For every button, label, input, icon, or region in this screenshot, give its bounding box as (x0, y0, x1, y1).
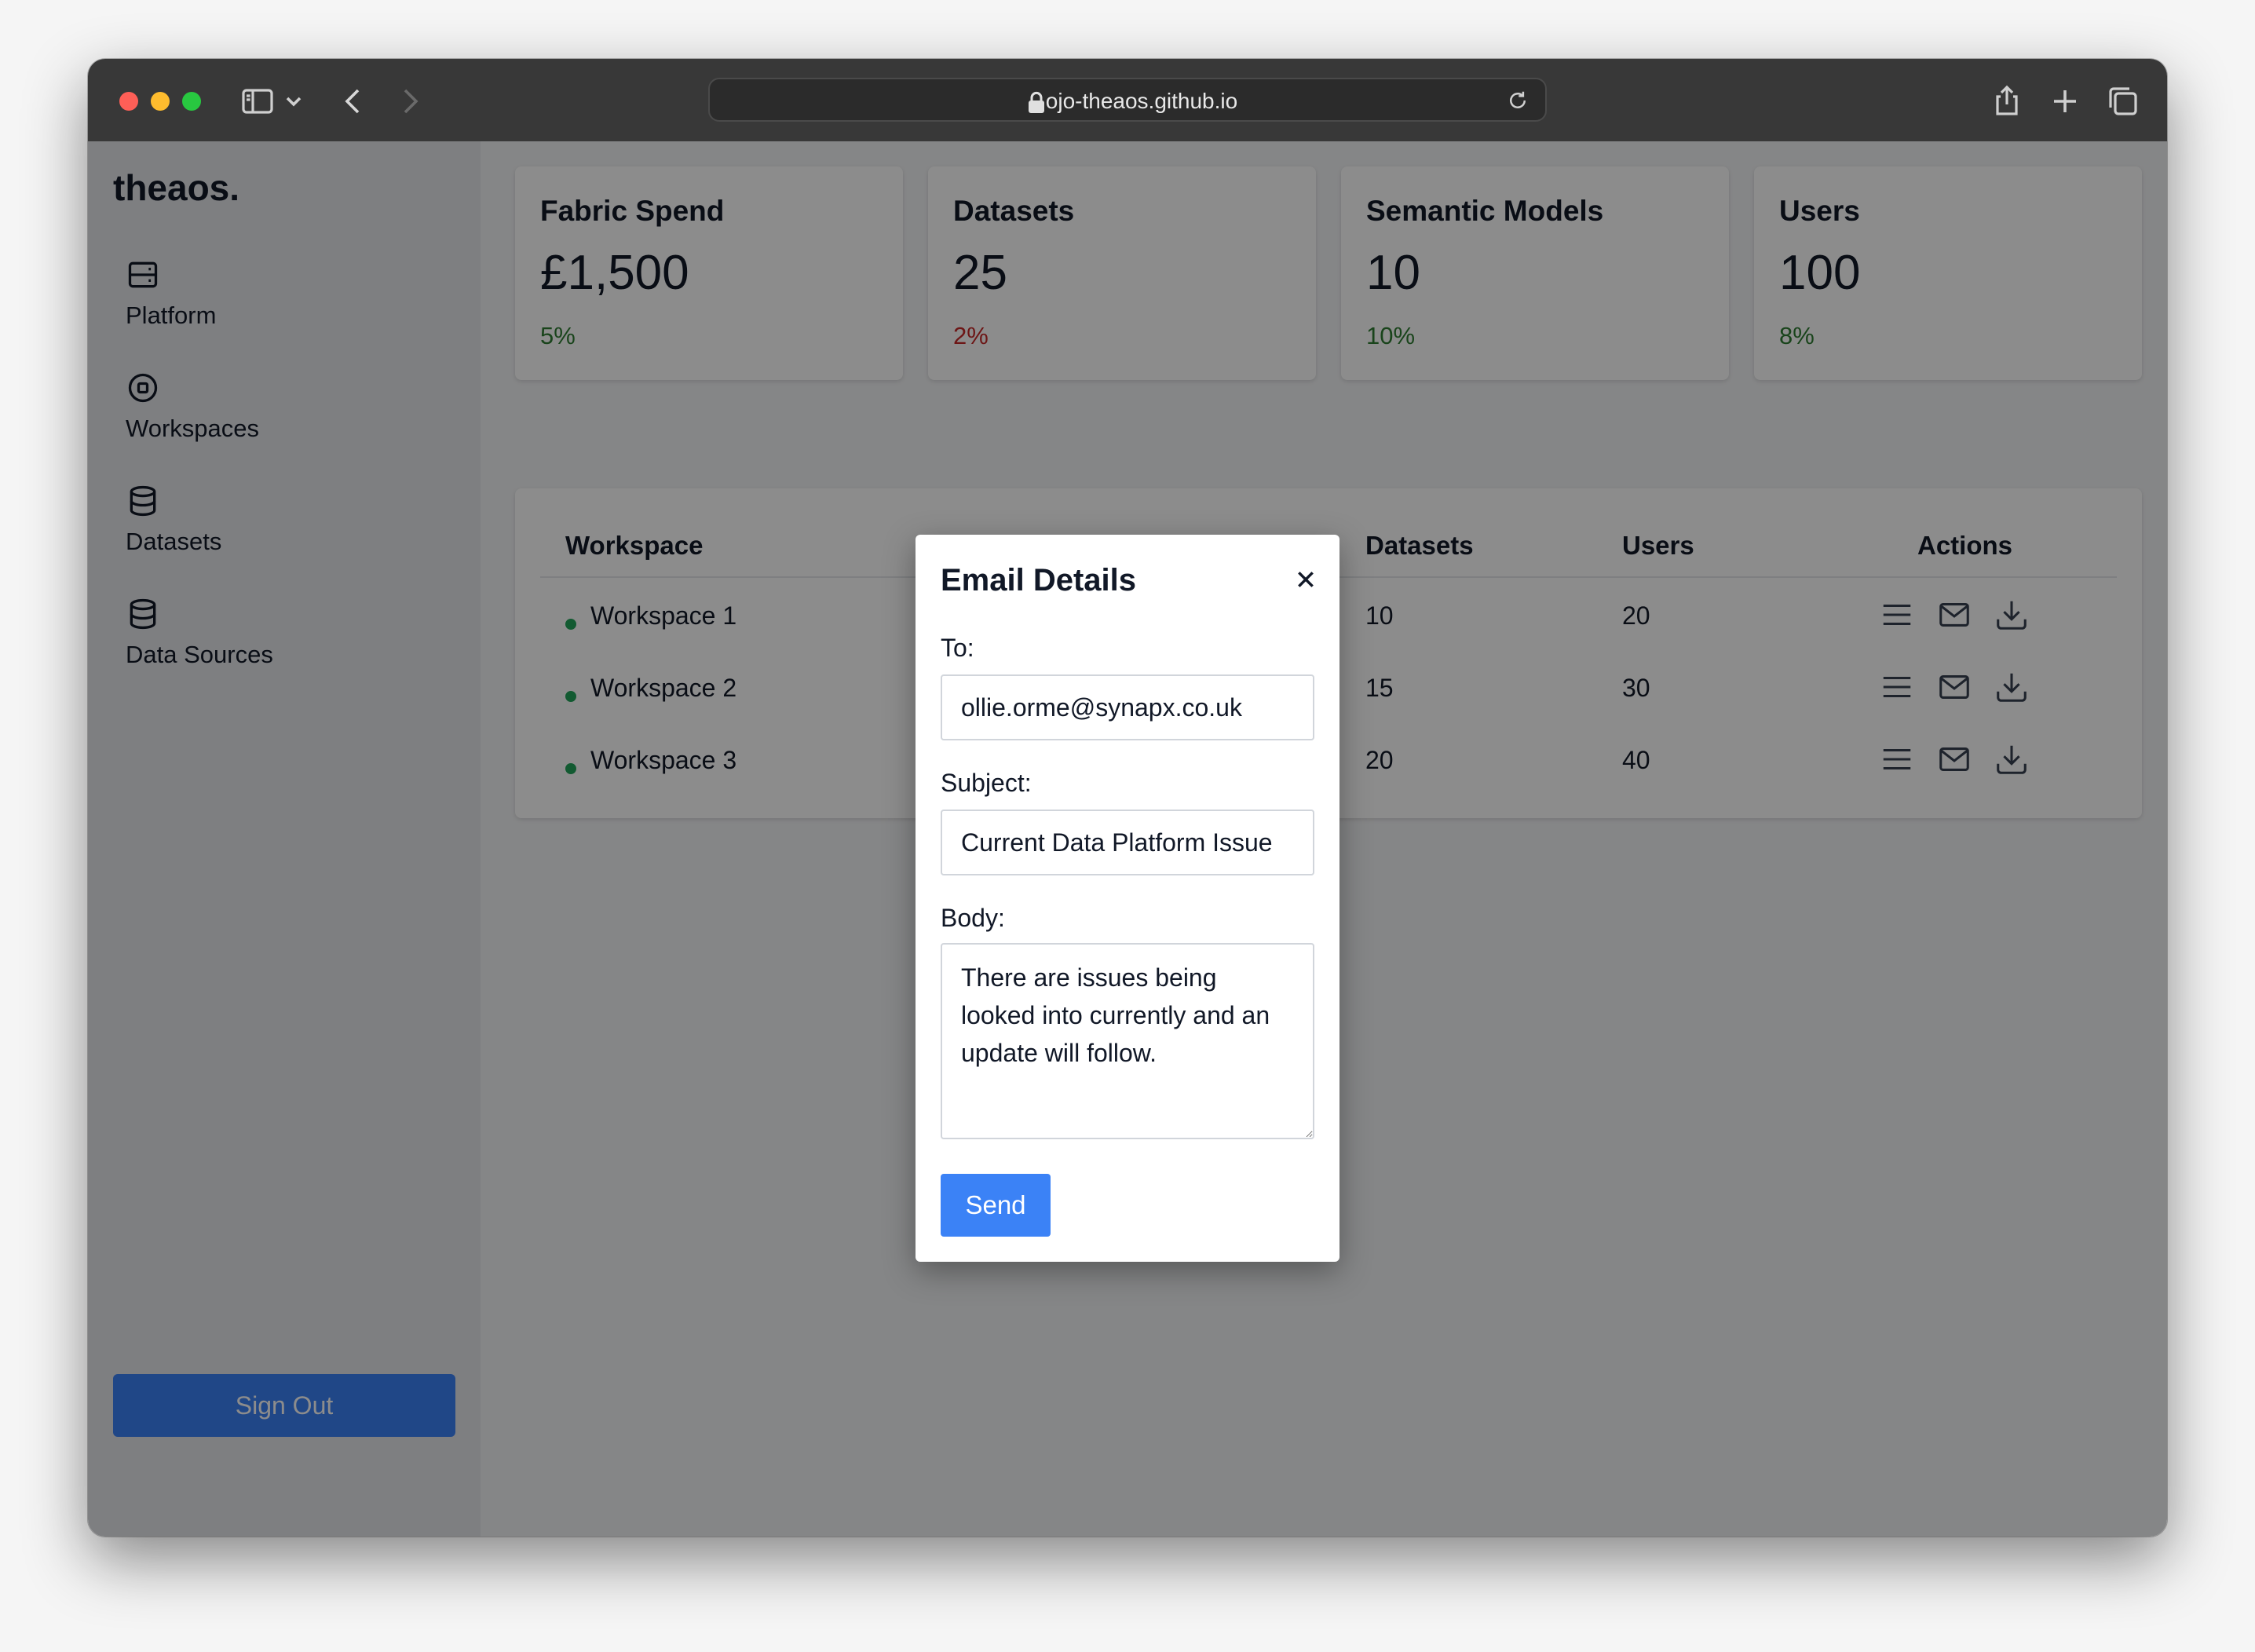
forward-arrow-icon[interactable] (391, 82, 429, 120)
to-label: To: (941, 634, 974, 662)
modal-title: Email Details (941, 563, 1137, 598)
body-label: Body: (941, 904, 1005, 932)
browser-window: ojo-theaos.github.io theaos. Platform Wo… (88, 59, 2167, 1537)
app-root: theaos. Platform Workspaces Datasets Dat… (88, 141, 2167, 1537)
browser-toolbar: ojo-theaos.github.io (88, 59, 2167, 143)
share-icon[interactable] (1988, 82, 2026, 120)
url-text: ojo-theaos.github.io (1045, 89, 1238, 113)
to-field[interactable] (941, 674, 1314, 740)
close-window-button[interactable] (119, 92, 138, 111)
subject-label: Subject: (941, 769, 1032, 797)
chevron-down-icon[interactable] (281, 82, 306, 120)
body-textarea[interactable]: There are issues being looked into curre… (941, 943, 1314, 1139)
back-arrow-icon[interactable] (334, 82, 372, 120)
zoom-window-button[interactable] (182, 92, 201, 111)
minimize-window-button[interactable] (151, 92, 170, 111)
new-tab-icon[interactable] (2046, 82, 2084, 120)
address-bar[interactable]: ojo-theaos.github.io (708, 78, 1547, 122)
tab-overview-icon[interactable] (2104, 82, 2142, 120)
subject-field[interactable] (941, 810, 1314, 875)
reload-icon[interactable] (1506, 89, 1530, 112)
send-button[interactable]: Send (941, 1174, 1051, 1237)
close-icon[interactable] (1296, 569, 1316, 590)
email-details-modal: Email Details To: Subject: Body: There a… (916, 535, 1339, 1262)
sidebar-toggle-icon[interactable] (239, 82, 276, 120)
